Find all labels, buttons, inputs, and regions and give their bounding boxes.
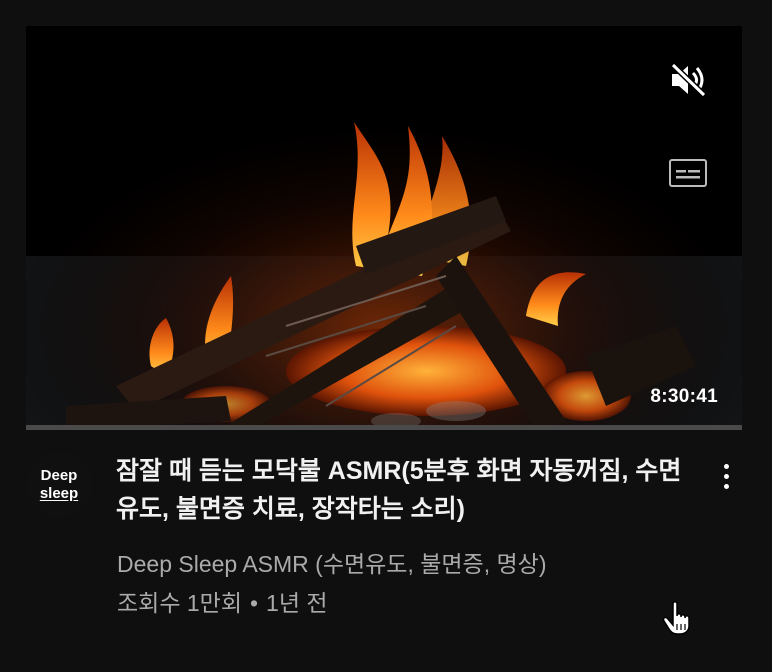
duration-badge: 8:30:41 bbox=[650, 386, 718, 407]
captions-icon bbox=[669, 159, 707, 187]
video-title[interactable]: 잠잘 때 듣는 모닥불 ASMR(5분후 화면 자동꺼짐, 수면유도, 불면증 … bbox=[116, 452, 686, 528]
hand-pointer-icon bbox=[662, 601, 690, 635]
progress-track bbox=[26, 425, 742, 430]
video-thumbnail[interactable]: 8:30:41 bbox=[26, 26, 742, 430]
more-actions-button[interactable] bbox=[712, 456, 740, 496]
meta-separator: • bbox=[249, 590, 259, 616]
upload-age: 1년 전 bbox=[266, 590, 328, 616]
channel-avatar[interactable]: Deep sleep bbox=[26, 452, 92, 518]
channel-name[interactable]: Deep Sleep ASMR (수면유도, 불면증, 명상) bbox=[117, 545, 546, 579]
avatar-text-line1: Deep bbox=[40, 467, 78, 484]
video-metadata: 조회수 1만회 • 1년 전 bbox=[117, 584, 328, 618]
video-card[interactable]: 8:30:41 Deep sleep 잠잘 때 듣는 모닥불 ASMR(5분후 … bbox=[0, 0, 772, 672]
more-vert-icon bbox=[723, 463, 729, 469]
avatar-text-line2: sleep bbox=[39, 485, 79, 502]
volume-muted-icon bbox=[670, 62, 707, 98]
view-count: 조회수 1만회 bbox=[117, 590, 242, 616]
captions-button[interactable] bbox=[668, 158, 708, 188]
campfire-image bbox=[26, 26, 742, 430]
mute-button[interactable] bbox=[668, 62, 708, 98]
